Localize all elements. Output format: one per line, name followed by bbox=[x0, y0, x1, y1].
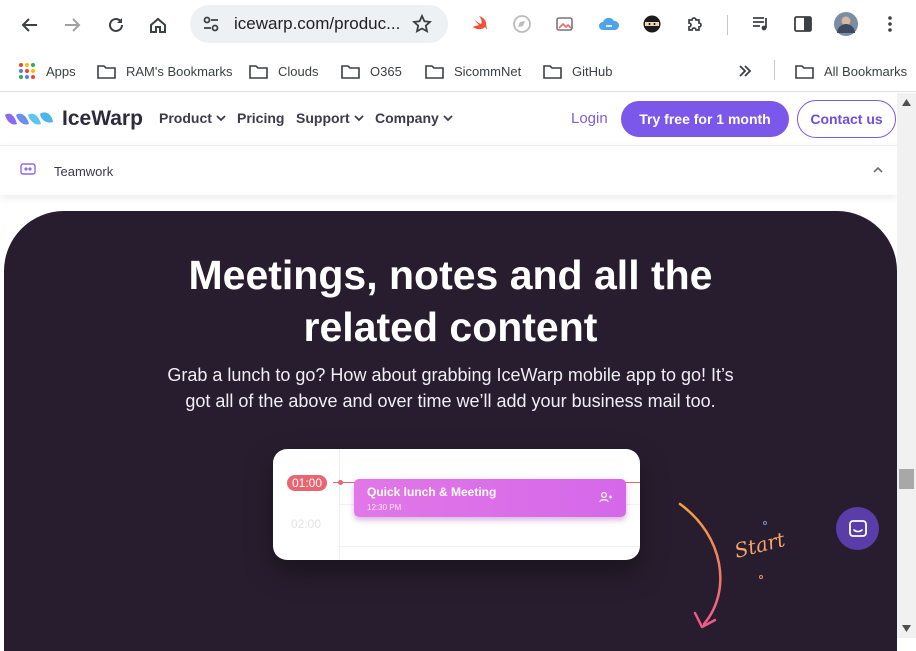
reload-button[interactable] bbox=[100, 9, 132, 41]
time-label: 02:00 bbox=[291, 517, 322, 531]
hero-title: Meetings, notes and all the related cont… bbox=[4, 249, 897, 353]
bookmark-rams-bookmarks[interactable]: RAM's Bookmarks bbox=[97, 60, 233, 82]
more-menu-icon[interactable] bbox=[878, 12, 902, 36]
gallery-extension-icon[interactable] bbox=[553, 12, 577, 36]
nav-pricing[interactable]: Pricing bbox=[237, 110, 284, 126]
profile-avatar[interactable] bbox=[834, 12, 858, 36]
bookmark-apps[interactable]: Apps bbox=[18, 60, 76, 82]
bookmark-label: Apps bbox=[46, 63, 76, 79]
bookmarks-bar: Apps RAM's Bookmarks Clouds O365 SicommN… bbox=[0, 50, 916, 92]
site-header: IceWarp Product Pricing Support Company … bbox=[0, 93, 897, 145]
toolbar-divider bbox=[727, 15, 728, 35]
bookmark-label: GitHub bbox=[572, 63, 613, 79]
icewarp-logo-icon bbox=[5, 112, 53, 125]
calendar-preview-card: 01:00 02:00 Quick lunch & Meeting 12:30 … bbox=[273, 449, 640, 560]
nav-support-label: Support bbox=[296, 110, 350, 126]
back-button[interactable] bbox=[14, 9, 46, 41]
bookmark-sicommnet[interactable]: SicommNet bbox=[425, 60, 521, 82]
hero-title-line: related content bbox=[303, 304, 598, 350]
forward-arrow-icon bbox=[65, 18, 81, 32]
brand-name: IceWarp bbox=[62, 107, 143, 130]
bookmark-label: SicommNet bbox=[454, 63, 522, 79]
folder-icon bbox=[97, 64, 116, 79]
home-icon bbox=[150, 17, 166, 33]
scroll-down-arrow-icon[interactable] bbox=[902, 625, 911, 632]
page-scrollbar[interactable] bbox=[897, 93, 916, 638]
scroll-up-arrow-icon[interactable] bbox=[902, 99, 911, 106]
all-bookmarks-button[interactable]: All Bookmarks bbox=[795, 60, 907, 82]
nav-pricing-label: Pricing bbox=[237, 110, 285, 126]
calendar-gridline bbox=[339, 546, 640, 547]
participants-icon bbox=[599, 491, 612, 503]
browser-toolbar: icewarp.com/produc... bbox=[0, 0, 916, 50]
cloud-sync-extension-icon[interactable] bbox=[597, 12, 621, 36]
folder-icon bbox=[795, 64, 814, 79]
home-button[interactable] bbox=[142, 9, 174, 41]
chevron-up-icon[interactable] bbox=[873, 166, 883, 173]
current-time-dot bbox=[338, 480, 343, 485]
product-subnav[interactable]: Teamwork bbox=[0, 145, 897, 195]
bookmark-clouds[interactable]: Clouds bbox=[249, 60, 318, 82]
folder-icon bbox=[249, 64, 268, 79]
contact-us-button[interactable]: Contact us bbox=[797, 100, 896, 138]
decor-dot bbox=[763, 521, 767, 525]
event-title: Quick lunch & Meeting bbox=[367, 485, 497, 499]
subnav-label: Teamwork bbox=[54, 164, 114, 179]
hero-section: Meetings, notes and all the related cont… bbox=[4, 211, 897, 651]
bookmark-label: Clouds bbox=[278, 63, 319, 79]
teamwork-icon bbox=[20, 163, 36, 175]
chat-widget-button[interactable] bbox=[836, 507, 879, 550]
nav-company[interactable]: Company bbox=[375, 110, 453, 126]
all-bookmarks-label: All Bookmarks bbox=[824, 63, 908, 79]
nav-support[interactable]: Support bbox=[296, 110, 364, 126]
hero-subtitle: Grab a lunch to go? How about grabbing I… bbox=[4, 362, 897, 414]
double-chevron-right-icon bbox=[739, 65, 752, 77]
icewarp-logo[interactable]: IceWarp bbox=[4, 107, 143, 131]
ninja-extension-icon[interactable] bbox=[640, 12, 664, 36]
time-badge: 01:00 bbox=[287, 475, 328, 491]
bookmarks-divider bbox=[774, 60, 775, 80]
bookmark-star-icon[interactable] bbox=[412, 14, 432, 34]
scroll-thumb[interactable] bbox=[899, 469, 914, 489]
extensions-puzzle-icon[interactable] bbox=[683, 12, 707, 36]
apps-grid-icon bbox=[19, 63, 35, 79]
bookmark-o365[interactable]: O365 bbox=[341, 60, 402, 82]
login-link[interactable]: Login bbox=[571, 110, 608, 127]
chat-icon bbox=[848, 519, 867, 537]
forward-button[interactable] bbox=[56, 9, 88, 41]
site-settings-icon bbox=[203, 16, 219, 32]
event-time: 12:30 PM bbox=[367, 503, 402, 512]
bookmarks-overflow-button[interactable] bbox=[738, 60, 752, 82]
reload-icon bbox=[109, 17, 123, 32]
nav-product-label: Product bbox=[159, 110, 212, 126]
compass-extension-icon[interactable] bbox=[510, 12, 534, 36]
bookmark-label: RAM's Bookmarks bbox=[126, 63, 233, 79]
swift-extension-icon[interactable] bbox=[468, 12, 492, 36]
address-bar[interactable]: icewarp.com/produc... bbox=[190, 5, 448, 43]
hero-subtitle-line: got all of the above and over time we’ll… bbox=[185, 391, 716, 411]
folder-icon bbox=[425, 64, 444, 79]
try-free-button[interactable]: Try free for 1 month bbox=[621, 101, 789, 137]
hero-title-line: Meetings, notes and all the bbox=[188, 252, 713, 298]
nav-product[interactable]: Product bbox=[159, 110, 226, 126]
chevron-down-icon bbox=[354, 114, 364, 121]
back-arrow-icon bbox=[21, 18, 37, 32]
media-controls-icon[interactable] bbox=[749, 12, 773, 36]
nav-company-label: Company bbox=[375, 110, 439, 126]
folder-icon bbox=[341, 64, 360, 79]
bookmark-github[interactable]: GitHub bbox=[543, 60, 612, 82]
start-arrow-decoration bbox=[678, 502, 722, 629]
bookmark-label: O365 bbox=[370, 63, 402, 79]
folder-icon bbox=[543, 64, 562, 79]
url-text: icewarp.com/produc... bbox=[234, 14, 401, 33]
chevron-down-icon bbox=[216, 114, 226, 121]
side-panel-icon[interactable] bbox=[791, 12, 815, 36]
hero-subtitle-line: Grab a lunch to go? How about grabbing I… bbox=[167, 365, 734, 385]
decor-dot bbox=[759, 575, 763, 579]
chevron-down-icon bbox=[443, 114, 453, 121]
calendar-event[interactable]: Quick lunch & Meeting 12:30 PM bbox=[354, 479, 626, 517]
